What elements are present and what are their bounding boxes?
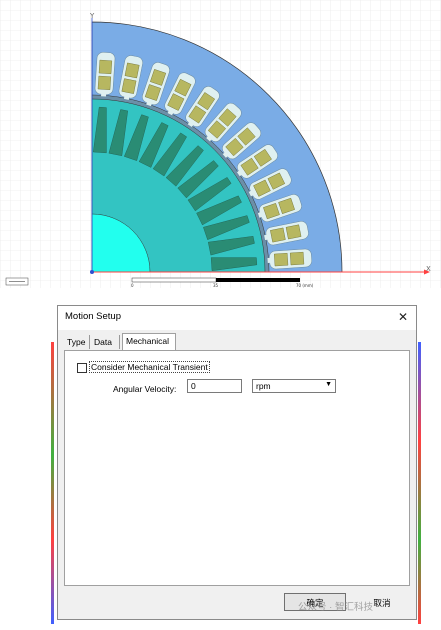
angular-velocity-label: Angular Velocity:: [113, 384, 177, 394]
coil: [98, 59, 113, 75]
x-axis-label: X: [426, 265, 431, 273]
motor-viewport[interactable]: Y X 0 35 70 (mm): [0, 0, 441, 288]
coil: [270, 227, 286, 243]
consider-transient-checkbox[interactable]: [77, 363, 87, 373]
velocity-unit-select[interactable]: rpm ▼: [252, 379, 336, 393]
slot-opening: [101, 92, 107, 97]
dialog-title: Motion Setup: [65, 311, 121, 322]
coil: [285, 224, 302, 240]
background-plot-strip-right: [418, 342, 421, 624]
view-indicator-icon: [5, 277, 29, 286]
chevron-down-icon: ▼: [325, 381, 332, 388]
close-icon[interactable]: ✕: [398, 309, 408, 325]
mechanical-panel: Consider Mechanical Transient Angular Ve…: [64, 350, 410, 586]
velocity-unit-value: rpm: [256, 381, 271, 391]
background-plot-strip-left: [51, 342, 54, 624]
tab-data[interactable]: Data: [91, 335, 120, 349]
coil: [97, 75, 112, 90]
consider-transient-label[interactable]: Consider Mechanical Transient: [89, 361, 210, 373]
tab-mechanical[interactable]: Mechanical: [122, 333, 176, 350]
origin-marker: [90, 270, 94, 274]
coil: [274, 252, 289, 267]
dialog-titlebar[interactable]: Motion Setup ✕: [58, 306, 416, 330]
slot-opening: [267, 257, 272, 263]
stator-slot: [94, 52, 116, 97]
motor-geometry: Y X 0 35 70 (mm): [0, 0, 441, 288]
stator-slot: [267, 248, 312, 270]
coil: [121, 78, 137, 94]
coil: [124, 62, 140, 79]
y-axis-label: Y: [89, 12, 95, 20]
coil: [289, 251, 305, 266]
angular-velocity-input[interactable]: [187, 379, 242, 393]
tab-type[interactable]: Type: [64, 335, 90, 349]
scale-label-end: 70 (mm): [296, 283, 314, 288]
scale-label-mid: 35: [213, 283, 219, 288]
watermark: 公众号 · 智汇科技: [298, 602, 373, 613]
motion-setup-dialog: Motion Setup ✕ Type Data Mechanical Cons…: [57, 305, 417, 620]
